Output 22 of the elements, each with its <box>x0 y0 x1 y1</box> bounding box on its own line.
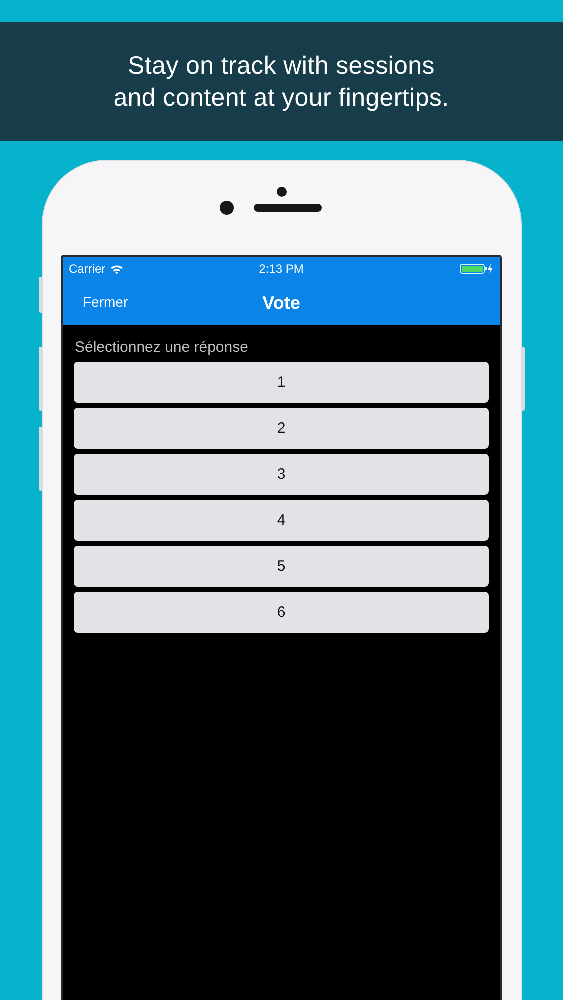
side-key <box>520 347 524 411</box>
answer-button[interactable]: 6 <box>74 592 489 633</box>
status-time: 2:13 PM <box>259 262 304 276</box>
wifi-icon <box>110 264 124 274</box>
banner-text: Stay on track with sessions <box>128 50 435 82</box>
sensor-icon <box>220 201 234 215</box>
speaker-icon <box>254 204 322 212</box>
prompt-text: Sélectionnez une réponse <box>74 338 250 358</box>
carrier-text: Carrier <box>69 262 106 276</box>
close-button[interactable]: Fermer <box>77 292 134 312</box>
side-key <box>38 277 42 313</box>
answer-button[interactable]: 3 <box>74 454 489 495</box>
answer-button[interactable]: 2 <box>74 408 489 449</box>
camera-icon <box>276 187 286 197</box>
battery-icon <box>460 263 494 275</box>
answer-button[interactable]: 4 <box>74 500 489 541</box>
side-key <box>38 427 42 491</box>
answer-button[interactable]: 1 <box>74 362 489 403</box>
screen-title: Vote <box>262 292 300 314</box>
answer-button[interactable]: 5 <box>74 546 489 587</box>
banner-text: and content at your fingertips. <box>114 82 450 114</box>
side-key <box>38 347 42 411</box>
